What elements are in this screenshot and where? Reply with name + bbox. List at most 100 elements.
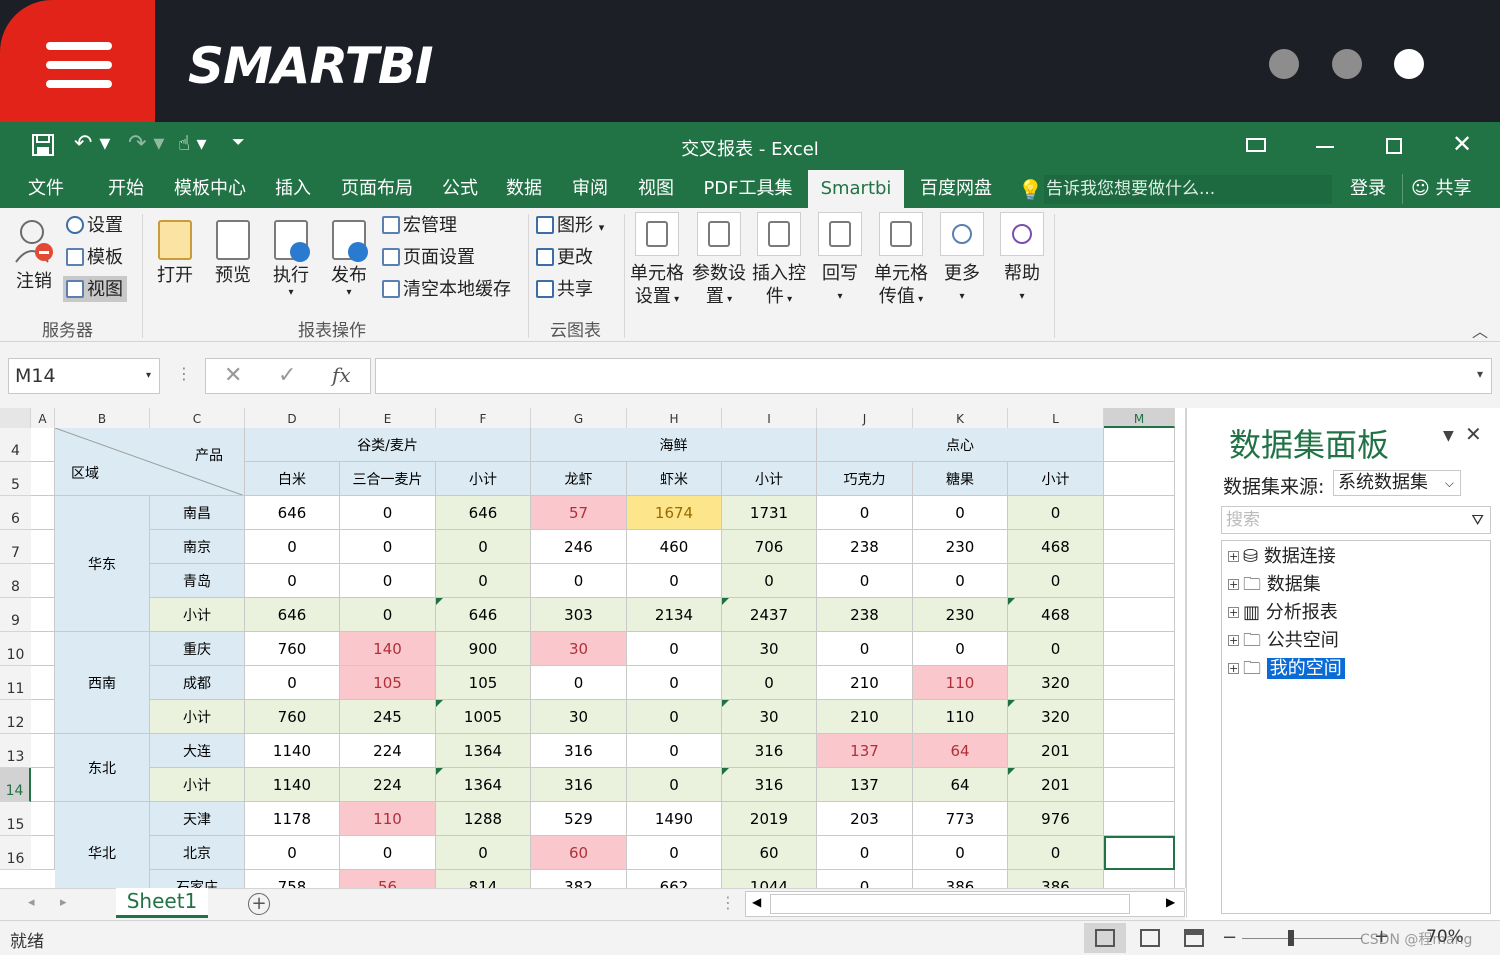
tell-me-input[interactable]: 告诉我您想要做什么... <box>1044 175 1332 204</box>
writeback-button[interactable]: 回写 ▾ <box>812 212 868 308</box>
row-header[interactable]: 15 <box>0 802 31 836</box>
row-header[interactable]: 6 <box>0 496 31 530</box>
product-header[interactable]: 小计 <box>722 462 817 496</box>
tree-item-dataset[interactable]: + 🗀 数据集 <box>1228 572 1321 598</box>
data-cell[interactable]: 316 <box>531 734 627 768</box>
data-cell[interactable]: 1140 <box>245 734 340 768</box>
data-cell[interactable]: 210 <box>817 700 913 734</box>
tree-item-analysis-report[interactable]: + ▥ 分析报表 <box>1228 600 1338 626</box>
tab-smartbi[interactable]: Smartbi <box>808 170 904 208</box>
data-cell[interactable]: 0 <box>627 734 722 768</box>
product-header[interactable]: 糖果 <box>913 462 1008 496</box>
data-cell[interactable]: 0 <box>913 632 1008 666</box>
data-cell[interactable]: 320 <box>1008 666 1104 700</box>
login-button[interactable]: 登录 <box>1342 170 1394 208</box>
data-cell[interactable]: 64 <box>913 768 1008 802</box>
data-cell[interactable]: 706 <box>722 530 817 564</box>
data-cell[interactable]: 137 <box>817 734 913 768</box>
region-header-cell[interactable]: 华北 <box>55 802 150 888</box>
data-cell[interactable]: 0 <box>627 564 722 598</box>
data-cell[interactable]: 224 <box>340 734 436 768</box>
data-cell[interactable]: 460 <box>627 530 722 564</box>
macro-button[interactable]: 宏管理 <box>382 214 457 237</box>
tree-item-public-space[interactable]: + 🗀 公共空间 <box>1228 628 1339 654</box>
data-cell[interactable]: 0 <box>340 564 436 598</box>
data-cell[interactable]: 0 <box>913 564 1008 598</box>
product-header[interactable]: 白米 <box>245 462 340 496</box>
row-header[interactable]: 16 <box>0 836 31 870</box>
data-cell[interactable]: 316 <box>531 768 627 802</box>
worksheet-grid[interactable]: A B C D E F G H I J K L M 4 5 6 7 8 9 10 11 12 13 14 15 16 产品 区域 谷类/… <box>0 408 1185 888</box>
source-select[interactable]: 系统数据集 ⌵ <box>1333 470 1461 496</box>
data-cell[interactable]: 0 <box>436 836 531 870</box>
hamburger-menu-button[interactable] <box>0 0 155 122</box>
data-cell[interactable]: 30 <box>531 632 627 666</box>
grid-cell[interactable] <box>1104 802 1175 836</box>
data-cell[interactable]: 646 <box>436 496 531 530</box>
data-cell[interactable]: 0 <box>722 564 817 598</box>
grid-cell[interactable] <box>31 802 55 836</box>
grid-cell[interactable] <box>1104 632 1175 666</box>
filter-icon[interactable]: ⛛ <box>1471 507 1484 533</box>
column-header[interactable]: L <box>1008 408 1104 428</box>
data-cell[interactable]: 316 <box>722 734 817 768</box>
column-header[interactable]: B <box>55 408 150 428</box>
data-cell[interactable]: 0 <box>340 496 436 530</box>
row-header[interactable]: 5 <box>0 462 31 496</box>
data-cell[interactable]: 1364 <box>436 768 531 802</box>
data-cell[interactable]: 0 <box>245 666 340 700</box>
data-cell[interactable]: 0 <box>245 530 340 564</box>
window-dot-1[interactable] <box>1269 49 1299 79</box>
region-header-cell[interactable]: 华东 <box>55 496 150 632</box>
data-cell[interactable]: 60 <box>531 836 627 870</box>
settings-button[interactable]: 设置 <box>66 214 123 237</box>
column-header[interactable]: D <box>245 408 340 428</box>
data-cell[interactable]: 210 <box>817 666 913 700</box>
column-header[interactable]: F <box>436 408 531 428</box>
data-cell[interactable]: 30 <box>531 700 627 734</box>
formula-input[interactable]: ▾ <box>375 358 1492 394</box>
grid-cell[interactable] <box>1104 870 1175 888</box>
data-cell[interactable]: 316 <box>722 768 817 802</box>
window-dot-3[interactable] <box>1394 49 1424 79</box>
grid-cell[interactable] <box>31 666 55 700</box>
data-cell[interactable]: 0 <box>913 836 1008 870</box>
grid-cell[interactable] <box>1104 768 1175 802</box>
data-cell[interactable]: 646 <box>245 598 340 632</box>
data-cell[interactable]: 30 <box>722 700 817 734</box>
city-header-cell[interactable]: 成都 <box>150 666 245 700</box>
row-header[interactable]: 14 <box>0 768 31 802</box>
row-header[interactable]: 12 <box>0 700 31 734</box>
product-header[interactable]: 巧克力 <box>817 462 913 496</box>
close-icon[interactable]: ✕ <box>1452 130 1472 158</box>
grid-cell[interactable] <box>31 564 55 598</box>
data-cell[interactable]: 30 <box>722 632 817 666</box>
prev-sheet-icon[interactable]: ◂ <box>28 895 35 910</box>
row-header[interactable]: 10 <box>0 632 31 666</box>
city-header-cell[interactable]: 石家庄 <box>150 870 245 888</box>
publish-button[interactable]: 发布 ▾ <box>326 218 372 299</box>
data-cell[interactable]: 0 <box>245 836 340 870</box>
data-cell[interactable]: 814 <box>436 870 531 888</box>
drag-handle-icon[interactable]: ⋮ <box>176 364 192 383</box>
data-cell[interactable]: 2134 <box>627 598 722 632</box>
data-cell[interactable]: 1731 <box>722 496 817 530</box>
grid-cell[interactable] <box>1104 428 1175 462</box>
data-cell[interactable]: 238 <box>817 598 913 632</box>
tab-baidu-netdisk[interactable]: 百度网盘 <box>912 170 1000 208</box>
row-header[interactable]: 4 <box>0 428 31 462</box>
data-cell[interactable]: 0 <box>817 564 913 598</box>
data-cell[interactable]: 303 <box>531 598 627 632</box>
horizontal-scrollbar[interactable]: ◀ ▶ <box>745 891 1185 917</box>
grid-cell[interactable] <box>1104 700 1175 734</box>
tab-formulas[interactable]: 公式 <box>432 170 488 208</box>
data-cell[interactable]: 230 <box>913 598 1008 632</box>
data-cell[interactable]: 773 <box>913 802 1008 836</box>
data-cell[interactable]: 0 <box>817 632 913 666</box>
data-cell[interactable]: 1044 <box>722 870 817 888</box>
h-scroll-thumb[interactable] <box>770 894 1130 914</box>
data-cell[interactable]: 105 <box>436 666 531 700</box>
column-header[interactable]: I <box>722 408 817 428</box>
tab-data[interactable]: 数据 <box>496 170 552 208</box>
data-cell[interactable]: 320 <box>1008 700 1104 734</box>
